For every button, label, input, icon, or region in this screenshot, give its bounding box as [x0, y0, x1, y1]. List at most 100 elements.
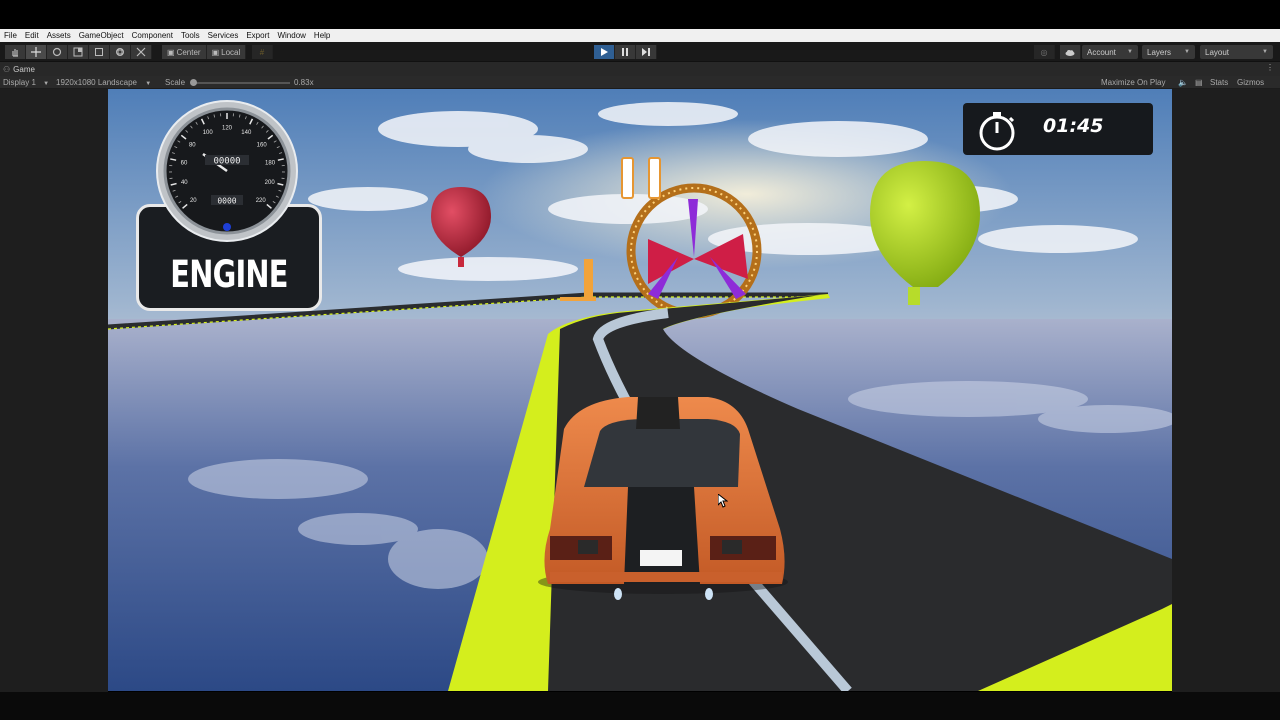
pivot-label: Center: [176, 47, 201, 57]
pivot-icon: ▣: [167, 47, 175, 57]
rect-icon: [95, 48, 103, 56]
grid-icon: #: [259, 47, 265, 57]
game-viewport[interactable]: ENGINE 20 40 60 80 100 120 140 160 180 200 220 000…: [108, 89, 1172, 691]
menu-export[interactable]: Export: [246, 29, 269, 42]
layers-dropdown[interactable]: Layers ▼: [1142, 45, 1195, 59]
timer-hud-panel: 01:45: [963, 103, 1153, 155]
rotate-tool-button[interactable]: [47, 45, 68, 59]
chevron-down-icon: ▼: [145, 81, 152, 87]
scale-icon: [73, 47, 83, 57]
layout-label: Layout: [1205, 47, 1230, 57]
kebab-menu-icon[interactable]: ⋮: [1266, 63, 1274, 72]
speedometer-gauge: 20 40 60 80 100 120 140 160 180 200 220 00000 0000: [155, 99, 299, 243]
maximize-on-play-toggle[interactable]: Maximize On Play: [1101, 76, 1165, 89]
scale-tool-button[interactable]: [68, 45, 89, 59]
gauge-tick-label: 100: [203, 130, 214, 136]
menu-file[interactable]: File: [4, 29, 17, 42]
pause-bar-right: [648, 157, 661, 199]
layout-dropdown-wrap: Layout ▼: [1200, 45, 1273, 59]
hand-tool-button[interactable]: [5, 45, 26, 59]
trip-value: 0000: [217, 197, 236, 206]
play-icon: [601, 48, 608, 56]
gauge-tick-label: 140: [241, 130, 252, 136]
hand-icon: [12, 49, 18, 57]
game-view-toolbar: Display 1 ▼ 1920x1080 Landscape ▼ Scale …: [0, 76, 1280, 89]
gauge-tick-label: 120: [222, 126, 233, 132]
rect-tool-button[interactable]: [89, 45, 110, 59]
gauge-tick-label: 200: [265, 180, 276, 186]
menu-services[interactable]: Services: [208, 29, 239, 42]
step-icon: [642, 48, 650, 56]
gauge-tick-label: 220: [256, 198, 267, 204]
custom-tool-button[interactable]: [131, 45, 152, 59]
custom-tool-icon: [136, 47, 146, 57]
gauge-tick-label: 160: [257, 142, 268, 148]
pivot-toggles: ▣ Center ▣ Local: [162, 45, 247, 59]
mute-audio-icon[interactable]: 🔈: [1178, 76, 1188, 89]
gauge-tick-label: 180: [265, 160, 276, 166]
collab-controls: ◎: [1034, 45, 1081, 59]
rotate-icon: [52, 47, 62, 57]
gauge-tick-label: 40: [181, 180, 188, 186]
odometer-value: 00000: [213, 157, 240, 167]
layers-label: Layers: [1147, 47, 1172, 57]
pause-button[interactable]: [615, 45, 636, 59]
main-toolbar: ▣ Center ▣ Local # ◎ Account ▼ Layers ▼ …: [0, 42, 1280, 62]
move-tool-button[interactable]: [26, 45, 47, 59]
scale-label: Scale: [165, 78, 186, 87]
layers-dropdown-wrap: Layers ▼: [1142, 45, 1195, 59]
timer-value: 01:45: [1043, 115, 1104, 137]
orange-post: [584, 259, 593, 299]
gauge-tick-label: 60: [181, 160, 188, 166]
menu-help[interactable]: Help: [314, 29, 330, 42]
transform-tool-button[interactable]: [110, 45, 131, 59]
tab-bar: ⚇ Game ⋮: [0, 62, 1280, 76]
layout-dropdown[interactable]: Layout ▼: [1200, 45, 1273, 59]
menu-edit[interactable]: Edit: [25, 29, 39, 42]
left-gutter: [0, 89, 108, 692]
scale-value: 0.83x: [294, 78, 314, 87]
collab-icon: ◎: [1040, 47, 1048, 57]
cloud-button[interactable]: [1060, 45, 1081, 59]
pause-bar-left: [621, 157, 634, 199]
tab-game-label: Game: [13, 65, 35, 74]
speedometer-dial: 20 40 60 80 100 120 140 160 180 200 220 00000 0000: [156, 100, 298, 242]
step-button[interactable]: [636, 45, 657, 59]
pause-game-button[interactable]: [621, 157, 661, 201]
account-dropdown[interactable]: Account ▼: [1082, 45, 1138, 59]
tab-game[interactable]: ⚇ Game: [3, 63, 35, 76]
resolution-label: 1920x1080 Landscape: [56, 78, 137, 87]
mouse-cursor-icon: [718, 494, 728, 508]
menu-component[interactable]: Component: [132, 29, 173, 42]
play-button[interactable]: [594, 45, 615, 59]
game-tab-icon: ⚇: [3, 65, 11, 74]
scale-slider-thumb[interactable]: [190, 79, 197, 86]
menu-tools[interactable]: Tools: [181, 29, 200, 42]
menu-assets[interactable]: Assets: [47, 29, 71, 42]
space-icon: ▣: [211, 47, 220, 57]
account-label: Account: [1087, 47, 1116, 57]
chevron-down-icon: ▼: [1184, 49, 1190, 55]
stopwatch-icon: [979, 112, 1015, 151]
pivot-mode-button[interactable]: ▣ Center: [162, 45, 207, 59]
indicator-light: [223, 223, 231, 231]
transform-icon: [116, 48, 124, 56]
pivot-space-button[interactable]: ▣ Local: [206, 45, 247, 59]
menu-gameobject[interactable]: GameObject: [79, 29, 124, 42]
transform-tools: [5, 45, 152, 59]
screen: File Edit Assets GameObject Component To…: [0, 0, 1280, 720]
gauge-tick-label: 80: [189, 142, 196, 148]
menu-bar: File Edit Assets GameObject Component To…: [0, 29, 1280, 42]
scale-slider-track[interactable]: [192, 82, 290, 84]
collab-button[interactable]: ◎: [1034, 45, 1055, 59]
grid-snap-button[interactable]: #: [252, 45, 273, 59]
letterbox-top: [0, 0, 1280, 29]
gizmos-dropdown[interactable]: Gizmos: [1237, 76, 1264, 89]
gauge-tick-label: 20: [190, 198, 197, 204]
engine-label: ENGINE: [170, 253, 288, 296]
pause-icon: [622, 48, 628, 56]
menu-window[interactable]: Window: [277, 29, 305, 42]
letterbox-bottom: [0, 692, 1280, 720]
stats-toggle[interactable]: Stats: [1210, 76, 1228, 89]
right-gutter: [1172, 89, 1280, 692]
